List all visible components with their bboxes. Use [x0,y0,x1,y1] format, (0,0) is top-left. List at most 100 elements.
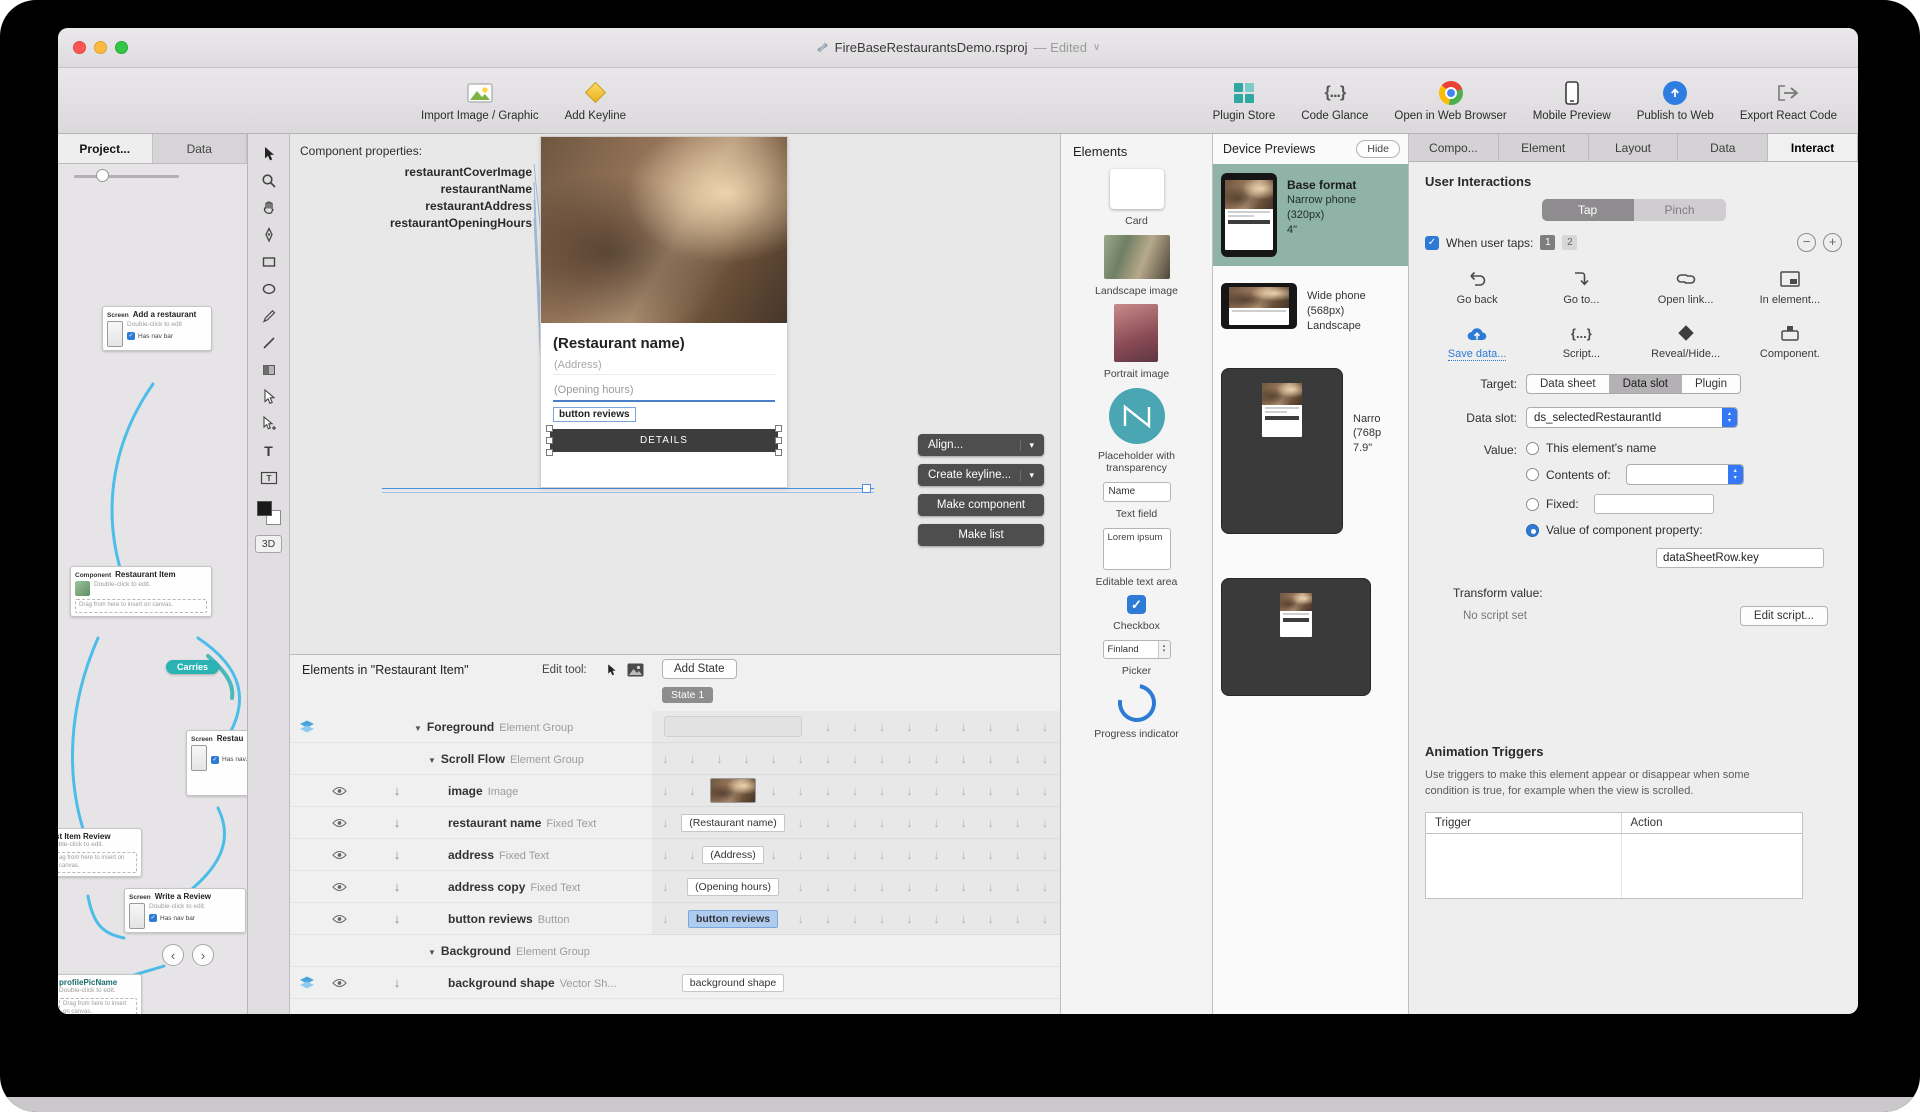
device-preview-tablet-2[interactable] [1213,543,1408,705]
zoom-tool[interactable] [254,167,284,194]
tap-count-2[interactable]: 2 [1562,235,1577,250]
selection-handle[interactable] [546,437,553,444]
details-button-element[interactable]: DETAILS [550,429,778,452]
property-restaurant-address[interactable]: restaurantAddress [300,198,532,215]
action-script[interactable]: {...} Script... [1529,322,1633,361]
insert-arrow-icon[interactable]: ↓ [380,975,414,990]
gradient-tool[interactable] [254,356,284,383]
direct-select-tool[interactable] [254,383,284,410]
row-restaurant-name[interactable]: ↓ restaurant nameFixed Text (Restaurant … [290,807,1060,839]
layer-group-icon[interactable] [298,719,316,735]
pencil-tool[interactable] [254,302,284,329]
visibility-eye-icon[interactable] [324,914,354,924]
insert-arrow-icon[interactable]: ↓ [380,783,414,798]
nav-right-button[interactable]: › [192,944,214,966]
device-preview-wide[interactable]: Wide phone (568px) Landscape [1213,266,1408,343]
make-component-button[interactable]: Make component [918,494,1044,516]
radio-icon-selected[interactable] [1526,524,1539,537]
publish-to-web-button[interactable]: Publish to Web [1624,68,1727,133]
selection-handle[interactable] [775,449,782,456]
restaurant-hours-text[interactable]: (Opening hours) [553,381,775,402]
node-restaurant-item[interactable]: ComponentRestaurant Item Double-click to… [70,566,212,617]
plugin-store-button[interactable]: Plugin Store [1200,68,1289,133]
node-restaurant-screen[interactable]: ScreenRestau ✓Has nav... [186,730,247,796]
checkbox-icon[interactable]: ✓ [127,332,135,340]
state-cell-value[interactable]: background shape [682,974,784,992]
when-taps-checkbox[interactable]: ✓ [1425,236,1439,250]
selection-handle[interactable] [775,437,782,444]
row-address[interactable]: ↓ addressFixed Text (Address) [290,839,1060,871]
component-property-input[interactable] [1656,548,1824,568]
remove-interaction-button[interactable]: − [1797,233,1816,252]
radio-icon[interactable] [1526,468,1539,481]
data-slot-select[interactable]: ds_selectedRestaurantId ▴▾ [1526,407,1738,428]
selection-handle[interactable] [546,449,553,456]
disclosure-icon[interactable]: ▼ [414,724,422,733]
restaurant-cover-photo[interactable] [541,137,787,323]
value-option-component-property[interactable]: Value of component property: [1526,523,1842,537]
title-chevron-icon[interactable]: ∨ [1093,42,1100,53]
node-profile-pic-name[interactable]: profilePicName Double-click to edit. Dra… [58,974,142,1014]
insert-arrow-icon[interactable]: ↓ [380,847,414,862]
checkbox-icon[interactable]: ✓ [211,756,219,764]
pen-tool[interactable] [254,221,284,248]
edit-image-tool[interactable] [626,661,644,679]
node-add-restaurant[interactable]: ScreenAdd a restaurant Double-click to e… [102,306,212,351]
text-box-tool[interactable]: T [254,464,284,491]
visibility-eye-icon[interactable] [324,882,354,892]
palette-picker[interactable]: Finland ▴▾ Picker [1103,640,1171,678]
resize-handle[interactable] [862,484,871,493]
restaurant-name-text[interactable]: (Restaurant name) [541,323,779,356]
tab-layout[interactable]: Layout [1589,134,1679,161]
state-cell-value[interactable]: (Restaurant name) [681,814,785,832]
radio-icon[interactable] [1526,498,1539,511]
drag-hint[interactable]: Drag from here to insert on canvas. [75,599,207,613]
tab-element[interactable]: Element [1499,134,1589,161]
action-save-data[interactable]: Save data... [1425,322,1529,361]
action-go-back[interactable]: Go back [1425,268,1529,306]
trigger-table-body[interactable] [1426,834,1802,898]
palette-card[interactable]: Card [1110,169,1164,228]
add-interaction-button[interactable]: + [1823,233,1842,252]
line-tool[interactable] [254,329,284,356]
state-cell-value[interactable]: (Opening hours) [687,878,779,896]
insert-arrow-icon[interactable]: ↓ [380,911,414,926]
palette-placeholder[interactable]: Placeholder with transparency [1077,388,1197,475]
hand-tool[interactable] [254,194,284,221]
value-option-contents-of[interactable]: Contents of: ▴▾ [1526,464,1842,485]
property-restaurant-name[interactable]: restaurantName [300,181,532,198]
design-canvas[interactable]: Component properties: restaurantCoverIma… [290,134,1060,654]
rectangle-tool[interactable] [254,248,284,275]
tab-component[interactable]: Compo... [1409,134,1499,161]
color-swatches[interactable] [257,501,281,525]
value-option-element-name[interactable]: This element's name [1526,441,1842,455]
state-cell-value[interactable]: (Address) [702,846,764,864]
action-in-element[interactable]: In element... [1738,268,1842,306]
restaurant-card-preview[interactable]: (Restaurant name) (Address) (Opening hou… [540,136,788,488]
row-scroll-flow[interactable]: ▼Scroll FlowElement Group [290,743,1060,775]
tab-data[interactable]: Data [153,134,248,163]
radio-icon[interactable] [1526,442,1539,455]
restaurant-address-text[interactable]: (Address) [553,356,775,375]
palette-progress[interactable]: Progress indicator [1094,684,1179,741]
slider-knob[interactable] [96,169,109,182]
value-option-fixed[interactable]: Fixed: [1526,494,1842,514]
visibility-eye-icon[interactable] [324,786,354,796]
select-stepper-icon[interactable]: ▴▾ [1728,465,1743,484]
row-button-reviews[interactable]: ↓ button reviewsButton button reviews [290,903,1060,935]
node-item-review[interactable]: st Item Review uble-click to edit. ag fr… [58,828,142,877]
open-web-browser-button[interactable]: Open in Web Browser [1381,68,1519,133]
device-preview-base[interactable]: Base format Narrow phone (320px) 4" [1213,164,1408,266]
row-address-copy[interactable]: ↓ address copyFixed Text (Opening hours) [290,871,1060,903]
align-dropdown-icon[interactable]: ▾ [1020,440,1034,451]
row-background-shape[interactable]: ↓ background shapeVector Sh... backgroun… [290,967,1060,999]
layer-group-icon[interactable] [298,975,316,991]
select-tool[interactable] [254,140,284,167]
fill-swatch[interactable] [257,501,272,516]
export-react-code-button[interactable]: Export React Code [1727,68,1850,133]
button-reviews-element[interactable]: button reviews [553,407,636,422]
tab-data[interactable]: Data [1678,134,1768,161]
tap-count-1[interactable]: 1 [1540,235,1555,250]
visibility-eye-icon[interactable] [324,818,354,828]
edit-script-button[interactable]: Edit script... [1740,606,1828,626]
